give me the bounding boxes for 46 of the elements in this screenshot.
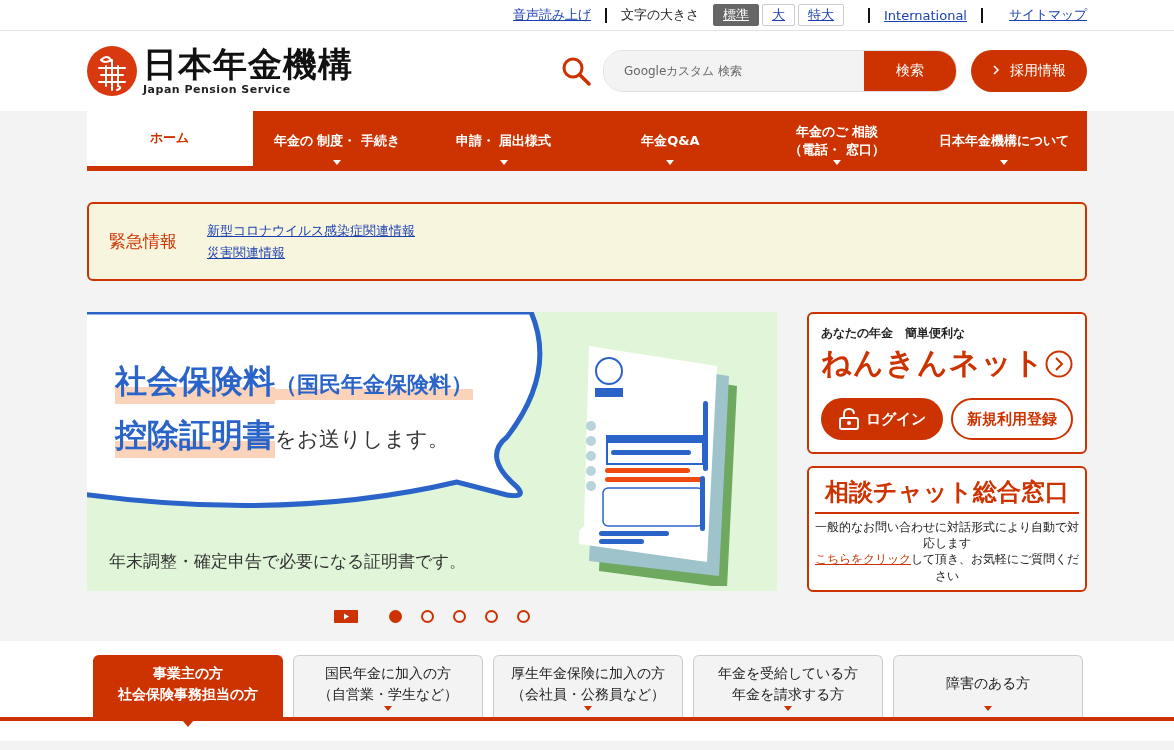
emergency-link[interactable]: 新型コロナウイルス感染症関連情報 [207,221,415,240]
emergency-link[interactable]: 災害関連情報 [207,243,415,262]
banner-headline-tail: をお送りします。 [275,426,449,453]
font-size-button[interactable]: 大 [762,4,795,26]
font-size-button[interactable]: 特大 [798,4,844,26]
font-size-button[interactable]: 標準 [713,4,759,26]
lock-icon [838,408,860,430]
audience-tab[interactable]: 障害のある方 [893,655,1083,717]
play-button-icon[interactable] [334,609,358,623]
chat-title[interactable]: 相談チャット総合窓口 [815,476,1079,514]
chat-description: 一般的なお問い合わせに対話形式により自動で対応します [815,519,1079,552]
caret-icon [984,706,992,711]
search-field[interactable]: Googleカスタム 検索 検索 [603,50,957,92]
click-here-link[interactable]: こちらをクリック [815,552,911,567]
banner-caption: 年末調整・確定申告で必要になる証明書です。 [109,550,467,573]
logo-title: 日本年金機構 [143,45,353,84]
carousel-dot[interactable] [517,609,530,623]
audience-tab[interactable]: 国民年金に加入の方 （自営業・学生など） [293,655,483,717]
chevron-circle-icon[interactable] [1045,349,1073,378]
sitemap-link[interactable]: サイトマップ [1009,6,1087,24]
carousel-dot[interactable] [389,609,402,623]
logo-subtitle: Japan Pension Service [143,83,292,97]
caret-icon [384,706,392,711]
caret-icon [784,706,792,711]
banner[interactable]: 社会保険料（国民年金保険料） 控除証明書をお送りします。 年末調整・確定申告で必要になる証明書です。 [87,312,777,591]
banner-headline-note: （国民年金保険料） [275,370,473,400]
chat-description: こちらをクリック して頂き、お気軽にご質問ください [815,551,1079,584]
carousel-dot[interactable] [421,609,434,623]
nenkin-net-tagline: あなたの年金 簡単便利な [821,326,966,341]
carousel-dot[interactable] [485,609,498,623]
caret-icon [584,706,592,711]
audience-tab[interactable]: 年金を受給している方 年金を請求する方 [693,655,883,717]
register-button[interactable]: 新規利用登録 [951,398,1073,440]
emergency-title: 緊急情報 [109,230,177,253]
carousel-dot[interactable] [453,609,466,623]
login-button[interactable]: ログイン [821,398,943,440]
logo-emblem-icon [87,46,137,96]
read-aloud-link[interactable]: 音声読み上げ [513,6,591,24]
search-button[interactable]: 検索 [864,51,956,91]
font-size-label: 文字の大きさ [621,6,699,24]
chevron-icon [992,65,1000,75]
nenkin-net-title[interactable]: ねんきんネット [821,343,1045,384]
recruit-button[interactable]: 採用情報 [971,50,1087,92]
search-icon [561,56,591,86]
international-link[interactable]: International [884,7,967,23]
audience-tab[interactable]: 厚生年金保険に加入の方 （会社員・公務員など） [493,655,683,717]
